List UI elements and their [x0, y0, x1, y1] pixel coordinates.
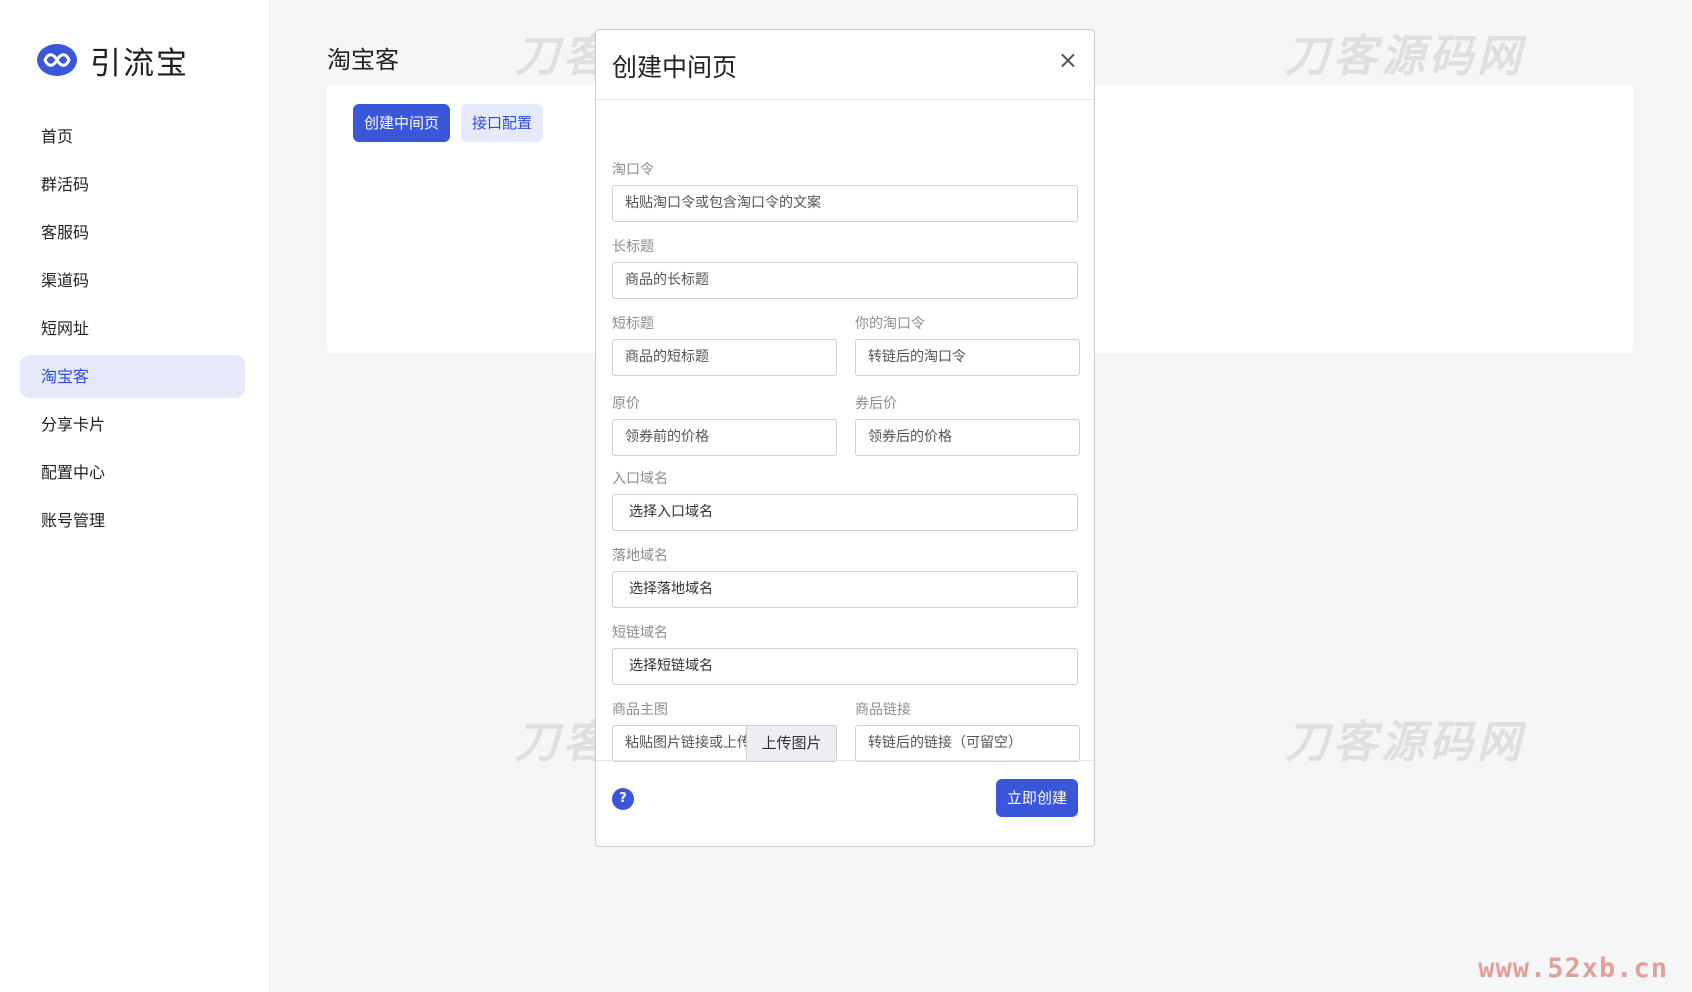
api-config-button[interactable]: 接口配置: [461, 104, 544, 142]
field-label: 淘口令: [612, 162, 654, 178]
field-label: 券后价: [855, 396, 897, 412]
sidebar-item-group-code[interactable]: 群活码: [20, 163, 245, 206]
site-watermark: www.52xb.cn: [1478, 953, 1668, 984]
coupon-price-input[interactable]: 领券后的价格: [855, 419, 1080, 456]
main-image-group: 粘贴图片链接或上传 上传图片: [612, 725, 837, 762]
brand-logo[interactable]: 引流宝: [36, 40, 189, 82]
entry-domain-select[interactable]: 选择入口域名: [612, 494, 1078, 531]
sidebar-item-taobaoke[interactable]: 淘宝客: [20, 355, 245, 398]
long-title-input[interactable]: 商品的长标题: [612, 262, 1078, 299]
field-landing-domain: 落地域名 选择落地域名: [612, 545, 1078, 608]
field-product-link: 商品链接 转链后的链接（可留空）: [855, 699, 1080, 762]
create-page-modal: 创建中间页 × 淘口令 粘贴淘口令或包含淘口令的文案 长标题 商品的长标题 短标…: [595, 29, 1095, 847]
field-label: 短标题: [612, 316, 654, 332]
field-short-title: 短标题 商品的短标题: [612, 313, 837, 376]
field-main-image: 商品主图 粘贴图片链接或上传 上传图片: [612, 699, 837, 762]
sidebar-item-short-url[interactable]: 短网址: [20, 307, 245, 350]
watermark: 刀客源码网: [1285, 717, 1525, 768]
field-original-price: 原价 领券前的价格: [612, 393, 837, 456]
page-title: 淘宝客: [327, 46, 399, 74]
modal-footer: ? 立即创建: [596, 760, 1094, 846]
sidebar-item-home[interactable]: 首页: [20, 115, 245, 158]
field-label: 入口域名: [612, 471, 668, 487]
your-tkl-input[interactable]: 转链后的淘口令: [855, 339, 1080, 376]
help-icon[interactable]: ?: [612, 788, 634, 810]
original-price-input[interactable]: 领券前的价格: [612, 419, 837, 456]
field-label: 商品主图: [612, 702, 668, 718]
close-icon[interactable]: ×: [1058, 46, 1078, 74]
short-title-input[interactable]: 商品的短标题: [612, 339, 837, 376]
watermark: 刀客源码网: [1285, 31, 1525, 82]
short-domain-select[interactable]: 选择短链域名: [612, 648, 1078, 685]
upload-image-button[interactable]: 上传图片: [747, 725, 837, 762]
field-long-title: 长标题 商品的长标题: [612, 236, 1078, 299]
create-now-button[interactable]: 立即创建: [995, 779, 1078, 817]
landing-domain-select[interactable]: 选择落地域名: [612, 571, 1078, 608]
sidebar-item-share-card[interactable]: 分享卡片: [20, 403, 245, 446]
tkl-input[interactable]: 粘贴淘口令或包含淘口令的文案: [612, 185, 1078, 222]
sidebar: 引流宝 首页 群活码 客服码 渠道码 短网址 淘宝客 分享卡片 配置中心 账号管…: [0, 0, 268, 992]
field-tkl: 淘口令 粘贴淘口令或包含淘口令的文案: [612, 159, 1078, 222]
modal-header: 创建中间页 ×: [596, 30, 1094, 100]
field-label: 长标题: [612, 239, 654, 255]
field-label: 商品链接: [855, 702, 911, 718]
field-your-tkl: 你的淘口令 转链后的淘口令: [855, 313, 1080, 376]
create-page-button[interactable]: 创建中间页: [353, 104, 451, 142]
sidebar-nav: 首页 群活码 客服码 渠道码 短网址 淘宝客 分享卡片 配置中心 账号管理: [20, 115, 245, 547]
sidebar-item-config-center[interactable]: 配置中心: [20, 451, 245, 494]
field-label: 原价: [612, 396, 640, 412]
modal-title: 创建中间页: [612, 53, 738, 82]
sidebar-item-channel-code[interactable]: 渠道码: [20, 259, 245, 302]
field-short-domain: 短链域名 选择短链域名: [612, 622, 1078, 685]
sidebar-item-service-code[interactable]: 客服码: [20, 211, 245, 254]
field-coupon-price: 券后价 领券后的价格: [855, 393, 1080, 456]
brand-name: 引流宝: [90, 45, 189, 82]
product-link-input[interactable]: 转链后的链接（可留空）: [855, 725, 1080, 762]
field-label: 落地域名: [612, 548, 668, 564]
main-image-input[interactable]: 粘贴图片链接或上传: [612, 725, 747, 762]
infinity-logo-icon: [37, 44, 77, 76]
field-entry-domain: 入口域名 选择入口域名: [612, 468, 1078, 531]
field-label: 短链域名: [612, 625, 668, 641]
field-label: 你的淘口令: [855, 316, 925, 332]
sidebar-item-account[interactable]: 账号管理: [20, 499, 245, 542]
